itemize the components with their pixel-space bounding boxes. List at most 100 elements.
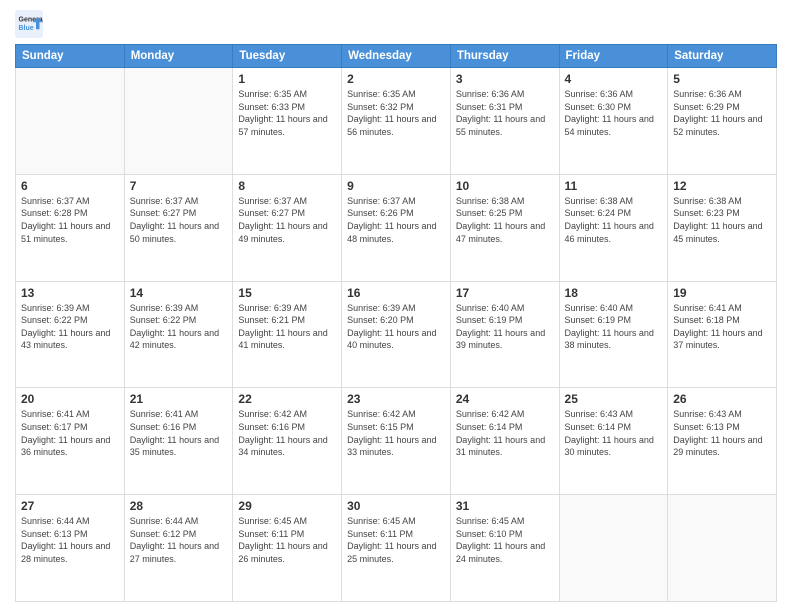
logo: General Blue [15, 10, 47, 38]
calendar-cell: 10 Sunrise: 6:38 AMSunset: 6:25 PMDayligh… [450, 174, 559, 281]
calendar-cell: 25 Sunrise: 6:43 AMSunset: 6:14 PMDayligh… [559, 388, 668, 495]
calendar-cell: 29 Sunrise: 6:45 AMSunset: 6:11 PMDayligh… [233, 495, 342, 602]
day-info: Sunrise: 6:38 AMSunset: 6:24 PMDaylight:… [565, 195, 663, 245]
calendar-cell: 27 Sunrise: 6:44 AMSunset: 6:13 PMDayligh… [16, 495, 125, 602]
day-info: Sunrise: 6:36 AMSunset: 6:30 PMDaylight:… [565, 88, 663, 138]
day-number: 15 [238, 286, 336, 300]
calendar-cell: 30 Sunrise: 6:45 AMSunset: 6:11 PMDayligh… [342, 495, 451, 602]
day-info: Sunrise: 6:39 AMSunset: 6:20 PMDaylight:… [347, 302, 445, 352]
weekday-monday: Monday [124, 45, 233, 68]
calendar-cell: 4 Sunrise: 6:36 AMSunset: 6:30 PMDaylight… [559, 68, 668, 175]
day-number: 6 [21, 179, 119, 193]
calendar-cell: 13 Sunrise: 6:39 AMSunset: 6:22 PMDayligh… [16, 281, 125, 388]
calendar-cell [559, 495, 668, 602]
day-number: 27 [21, 499, 119, 513]
calendar-cell: 6 Sunrise: 6:37 AMSunset: 6:28 PMDaylight… [16, 174, 125, 281]
calendar-cell: 23 Sunrise: 6:42 AMSunset: 6:15 PMDayligh… [342, 388, 451, 495]
logo-icon: General Blue [15, 10, 43, 38]
weekday-saturday: Saturday [668, 45, 777, 68]
week-row-0: 1 Sunrise: 6:35 AMSunset: 6:33 PMDaylight… [16, 68, 777, 175]
calendar-cell: 11 Sunrise: 6:38 AMSunset: 6:24 PMDayligh… [559, 174, 668, 281]
day-info: Sunrise: 6:36 AMSunset: 6:31 PMDaylight:… [456, 88, 554, 138]
day-info: Sunrise: 6:42 AMSunset: 6:14 PMDaylight:… [456, 408, 554, 458]
week-row-3: 20 Sunrise: 6:41 AMSunset: 6:17 PMDayligh… [16, 388, 777, 495]
day-number: 10 [456, 179, 554, 193]
day-info: Sunrise: 6:35 AMSunset: 6:32 PMDaylight:… [347, 88, 445, 138]
day-info: Sunrise: 6:43 AMSunset: 6:14 PMDaylight:… [565, 408, 663, 458]
day-info: Sunrise: 6:38 AMSunset: 6:23 PMDaylight:… [673, 195, 771, 245]
day-info: Sunrise: 6:36 AMSunset: 6:29 PMDaylight:… [673, 88, 771, 138]
day-info: Sunrise: 6:41 AMSunset: 6:18 PMDaylight:… [673, 302, 771, 352]
day-info: Sunrise: 6:37 AMSunset: 6:27 PMDaylight:… [238, 195, 336, 245]
day-number: 19 [673, 286, 771, 300]
calendar-cell: 2 Sunrise: 6:35 AMSunset: 6:32 PMDaylight… [342, 68, 451, 175]
day-number: 13 [21, 286, 119, 300]
calendar-cell: 22Sunrise: 6:42 AMSunset: 6:16 PMDayligh… [233, 388, 342, 495]
day-info: Sunrise: 6:41 AMSunset: 6:17 PMDaylight:… [21, 408, 119, 458]
day-number: 8 [238, 179, 336, 193]
calendar-cell: 9Sunrise: 6:37 AMSunset: 6:26 PMDaylight… [342, 174, 451, 281]
day-info: Sunrise: 6:39 AMSunset: 6:22 PMDaylight:… [130, 302, 228, 352]
day-info: Sunrise: 6:38 AMSunset: 6:25 PMDaylight:… [456, 195, 554, 245]
day-number: 20 [21, 392, 119, 406]
day-number: 4 [565, 72, 663, 86]
calendar-cell: 8 Sunrise: 6:37 AMSunset: 6:27 PMDaylight… [233, 174, 342, 281]
day-number: 28 [130, 499, 228, 513]
calendar-cell: 17Sunrise: 6:40 AMSunset: 6:19 PMDayligh… [450, 281, 559, 388]
day-number: 7 [130, 179, 228, 193]
calendar-cell: 24 Sunrise: 6:42 AMSunset: 6:14 PMDayligh… [450, 388, 559, 495]
weekday-wednesday: Wednesday [342, 45, 451, 68]
day-info: Sunrise: 6:37 AMSunset: 6:28 PMDaylight:… [21, 195, 119, 245]
day-info: Sunrise: 6:45 AMSunset: 6:11 PMDaylight:… [347, 515, 445, 565]
calendar-cell: 16Sunrise: 6:39 AMSunset: 6:20 PMDayligh… [342, 281, 451, 388]
day-info: Sunrise: 6:39 AMSunset: 6:22 PMDaylight:… [21, 302, 119, 352]
week-row-2: 13 Sunrise: 6:39 AMSunset: 6:22 PMDayligh… [16, 281, 777, 388]
calendar-cell: 3 Sunrise: 6:36 AMSunset: 6:31 PMDaylight… [450, 68, 559, 175]
calendar-cell: 18Sunrise: 6:40 AMSunset: 6:19 PMDayligh… [559, 281, 668, 388]
calendar-cell: 19 Sunrise: 6:41 AMSunset: 6:18 PMDayligh… [668, 281, 777, 388]
day-number: 3 [456, 72, 554, 86]
day-info: Sunrise: 6:44 AMSunset: 6:13 PMDaylight:… [21, 515, 119, 565]
day-info: Sunrise: 6:35 AMSunset: 6:33 PMDaylight:… [238, 88, 336, 138]
day-number: 25 [565, 392, 663, 406]
calendar-cell: 12 Sunrise: 6:38 AMSunset: 6:23 PMDayligh… [668, 174, 777, 281]
day-number: 5 [673, 72, 771, 86]
weekday-sunday: Sunday [16, 45, 125, 68]
day-number: 24 [456, 392, 554, 406]
day-number: 31 [456, 499, 554, 513]
day-number: 26 [673, 392, 771, 406]
svg-text:Blue: Blue [19, 25, 34, 32]
header: General Blue [15, 10, 777, 38]
day-info: Sunrise: 6:37 AMSunset: 6:27 PMDaylight:… [130, 195, 228, 245]
day-number: 30 [347, 499, 445, 513]
calendar-cell: 15 Sunrise: 6:39 AMSunset: 6:21 PMDayligh… [233, 281, 342, 388]
day-number: 18 [565, 286, 663, 300]
calendar-cell: 1 Sunrise: 6:35 AMSunset: 6:33 PMDaylight… [233, 68, 342, 175]
calendar-table: SundayMondayTuesdayWednesdayThursdayFrid… [15, 44, 777, 602]
calendar-cell: 7 Sunrise: 6:37 AMSunset: 6:27 PMDaylight… [124, 174, 233, 281]
day-number: 1 [238, 72, 336, 86]
weekday-tuesday: Tuesday [233, 45, 342, 68]
day-number: 12 [673, 179, 771, 193]
day-info: Sunrise: 6:41 AMSunset: 6:16 PMDaylight:… [130, 408, 228, 458]
day-number: 2 [347, 72, 445, 86]
day-info: Sunrise: 6:37 AMSunset: 6:26 PMDaylight:… [347, 195, 445, 245]
day-number: 11 [565, 179, 663, 193]
day-number: 29 [238, 499, 336, 513]
day-info: Sunrise: 6:40 AMSunset: 6:19 PMDaylight:… [456, 302, 554, 352]
day-number: 23 [347, 392, 445, 406]
day-number: 21 [130, 392, 228, 406]
day-info: Sunrise: 6:42 AMSunset: 6:16 PMDaylight:… [238, 408, 336, 458]
day-info: Sunrise: 6:45 AMSunset: 6:10 PMDaylight:… [456, 515, 554, 565]
day-info: Sunrise: 6:39 AMSunset: 6:21 PMDaylight:… [238, 302, 336, 352]
calendar-cell: 28 Sunrise: 6:44 AMSunset: 6:12 PMDayligh… [124, 495, 233, 602]
day-info: Sunrise: 6:45 AMSunset: 6:11 PMDaylight:… [238, 515, 336, 565]
day-info: Sunrise: 6:44 AMSunset: 6:12 PMDaylight:… [130, 515, 228, 565]
calendar-cell: 14 Sunrise: 6:39 AMSunset: 6:22 PMDayligh… [124, 281, 233, 388]
calendar-cell: 20 Sunrise: 6:41 AMSunset: 6:17 PMDayligh… [16, 388, 125, 495]
day-info: Sunrise: 6:42 AMSunset: 6:15 PMDaylight:… [347, 408, 445, 458]
weekday-header-row: SundayMondayTuesdayWednesdayThursdayFrid… [16, 45, 777, 68]
day-info: Sunrise: 6:43 AMSunset: 6:13 PMDaylight:… [673, 408, 771, 458]
day-number: 14 [130, 286, 228, 300]
calendar-cell [16, 68, 125, 175]
